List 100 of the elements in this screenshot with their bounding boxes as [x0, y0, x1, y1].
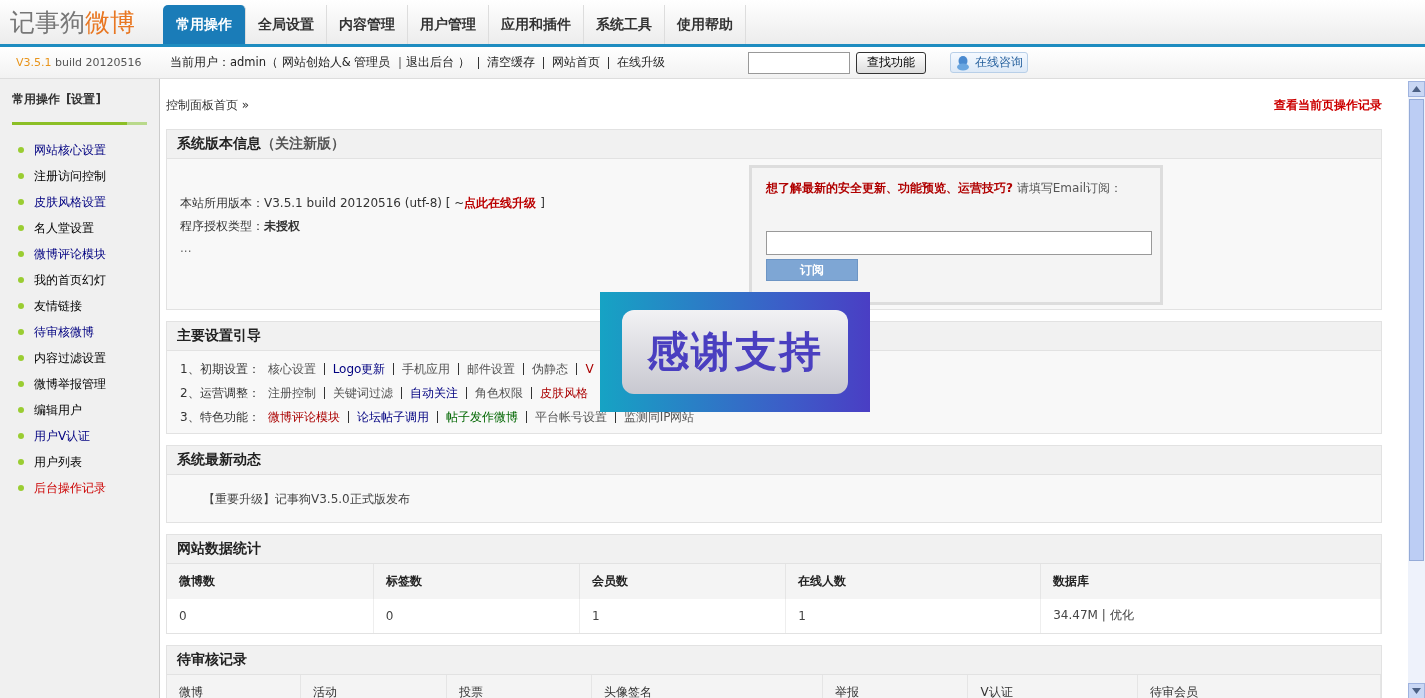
scroll-down-button[interactable]	[1408, 683, 1425, 698]
follow-link[interactable]: （关注新版）	[261, 135, 345, 153]
guide-link[interactable]: 注册控制	[267, 384, 316, 402]
bullet-icon	[18, 329, 24, 335]
bullet-icon	[18, 355, 24, 361]
sidebar-link[interactable]: 注册访问控制	[34, 167, 106, 185]
guide-label: 2、运营调整：	[180, 384, 260, 402]
guide-label: 1、初期设置：	[180, 360, 260, 378]
bullet-icon	[18, 459, 24, 465]
sidebar-link[interactable]: 网站核心设置	[34, 141, 106, 159]
bullet-icon	[18, 199, 24, 205]
column-header: 标签数	[373, 564, 580, 599]
up-arrow-icon	[1412, 86, 1421, 92]
column-header: 微博	[167, 675, 301, 698]
column-header: V认证	[967, 675, 1138, 698]
logo: 记事狗微博	[9, 6, 136, 39]
thanks-badge: 感谢支持	[600, 292, 870, 412]
guide-link[interactable]: 角色权限	[474, 384, 523, 402]
subscribe-prompt: 想了解最新的安全更新、功能预览、运营技巧? 请填写Email订阅：	[766, 180, 1124, 197]
sidebar-link[interactable]: 用户V认证	[34, 427, 91, 445]
sidebar-link[interactable]: 皮肤风格设置	[34, 193, 106, 211]
email-field[interactable]	[766, 231, 1152, 255]
nav-tab[interactable]: 系统工具	[584, 5, 665, 44]
bullet-icon	[18, 407, 24, 413]
nav-tab[interactable]: 应用和插件	[489, 5, 584, 44]
current-user-text[interactable]: 当前用户：admin（ 网站创始人& 管理员 ｜退出后台 ）	[170, 55, 470, 70]
bullet-icon	[18, 381, 24, 387]
guide-link[interactable]: 帖子发作微博	[445, 408, 518, 426]
settings-link[interactable]: [设置]	[66, 91, 101, 108]
table-cell: 34.47M | 优化	[1040, 599, 1381, 633]
guide-link[interactable]: 论坛帖子调用	[356, 408, 429, 426]
news-link[interactable]: 【重要升级】记事狗V3.5.0正式版发布	[203, 492, 410, 506]
panel-title: 待审核记录	[177, 651, 247, 669]
license-info: 程序授权类型：未授权	[180, 218, 301, 235]
guide-link[interactable]: 自动关注	[409, 384, 458, 402]
nav-tab[interactable]: 常用操作	[163, 5, 246, 44]
sidebar-link[interactable]: 我的首页幻灯	[34, 271, 106, 289]
nav-tab[interactable]: 使用帮助	[665, 5, 746, 44]
table-cell: 1	[579, 599, 786, 633]
guide-label: 3、特色功能：	[180, 408, 260, 426]
bullet-icon	[18, 485, 24, 491]
upgrade-link[interactable]: 点此在线升级	[464, 196, 537, 210]
scroll-thumb[interactable]	[1409, 99, 1424, 561]
column-header: 会员数	[579, 564, 786, 599]
sidebar-title: 常用操作	[12, 91, 60, 108]
bullet-icon	[18, 277, 24, 283]
version-label: V3.5.1 build 20120516	[15, 56, 143, 69]
table-cell: 0	[373, 599, 580, 633]
guide-link[interactable]: 手机应用	[402, 360, 451, 378]
column-header: 头像签名	[591, 675, 823, 698]
search-field[interactable]	[748, 51, 850, 74]
column-header: 微博数	[167, 564, 374, 599]
bullet-icon	[18, 147, 24, 153]
table-cell: 0	[167, 599, 374, 633]
bullet-icon	[18, 251, 24, 257]
bullet-icon	[18, 225, 24, 231]
panel-title: 网站数据统计	[177, 540, 261, 558]
bullet-icon	[18, 433, 24, 439]
log-link[interactable]: 查看当前页操作记录	[1274, 96, 1382, 114]
guide-link[interactable]: 邮件设置	[467, 360, 516, 378]
nav-tab[interactable]: 内容管理	[327, 5, 408, 44]
more-text: ...	[180, 241, 193, 257]
guide-link[interactable]: V	[585, 362, 594, 376]
sidebar-link[interactable]: 名人堂设置	[34, 219, 94, 237]
guide-link[interactable]: 伪静态	[532, 360, 569, 378]
sidebar-link[interactable]: 友情链接	[34, 297, 82, 315]
guide-link[interactable]: 皮肤风格	[539, 384, 588, 402]
guide-link[interactable]: Logo更新	[332, 360, 386, 378]
sidebar-link[interactable]: 微博举报管理	[34, 375, 106, 393]
column-header: 投票	[446, 675, 592, 698]
down-arrow-icon	[1412, 688, 1421, 694]
sidebar-link[interactable]: 用户列表	[34, 453, 82, 471]
top-link[interactable]: 在线升级	[616, 55, 665, 70]
sidebar-link[interactable]: 内容过滤设置	[34, 349, 106, 367]
sidebar-link[interactable]: 编辑用户	[34, 401, 82, 419]
guide-link[interactable]: 微博评论模块	[267, 408, 340, 426]
top-link[interactable]: 网站首页	[551, 55, 600, 70]
bullet-icon	[18, 303, 24, 309]
nav-tab[interactable]: 用户管理	[408, 5, 489, 44]
nav-tab[interactable]: 全局设置	[246, 5, 327, 44]
scroll-up-button[interactable]	[1408, 81, 1425, 97]
breadcrumb[interactable]: 控制面板首页 »	[166, 96, 250, 114]
column-header: 待审会员	[1137, 675, 1381, 698]
column-header: 在线人数	[785, 564, 1041, 599]
panel-title: 系统版本信息	[177, 135, 261, 153]
panel-title: 系统最新动态	[177, 451, 261, 469]
guide-link[interactable]: 关键词过滤	[332, 384, 393, 402]
column-header: 活动	[300, 675, 447, 698]
top-link[interactable]: 清空缓存	[486, 55, 535, 70]
table-cell: 1	[785, 599, 1041, 633]
guide-link[interactable]: 核心设置	[267, 360, 316, 378]
version-info: 本站所用版本：V3.5.1 build 20120516 (utf-8) [ ~点此在线升级 ]	[180, 195, 546, 212]
sidebar-link[interactable]: 微博评论模块	[34, 245, 106, 263]
consult-button[interactable]: 在线咨询	[950, 52, 1028, 73]
column-header: 数据库	[1040, 564, 1381, 599]
sidebar-link[interactable]: 待审核微博	[34, 323, 94, 341]
column-header: 举报	[822, 675, 968, 698]
panel-title: 主要设置引导	[177, 327, 261, 345]
search-button[interactable]: 查找功能	[856, 51, 926, 74]
sidebar-link[interactable]: 后台操作记录	[34, 479, 106, 497]
